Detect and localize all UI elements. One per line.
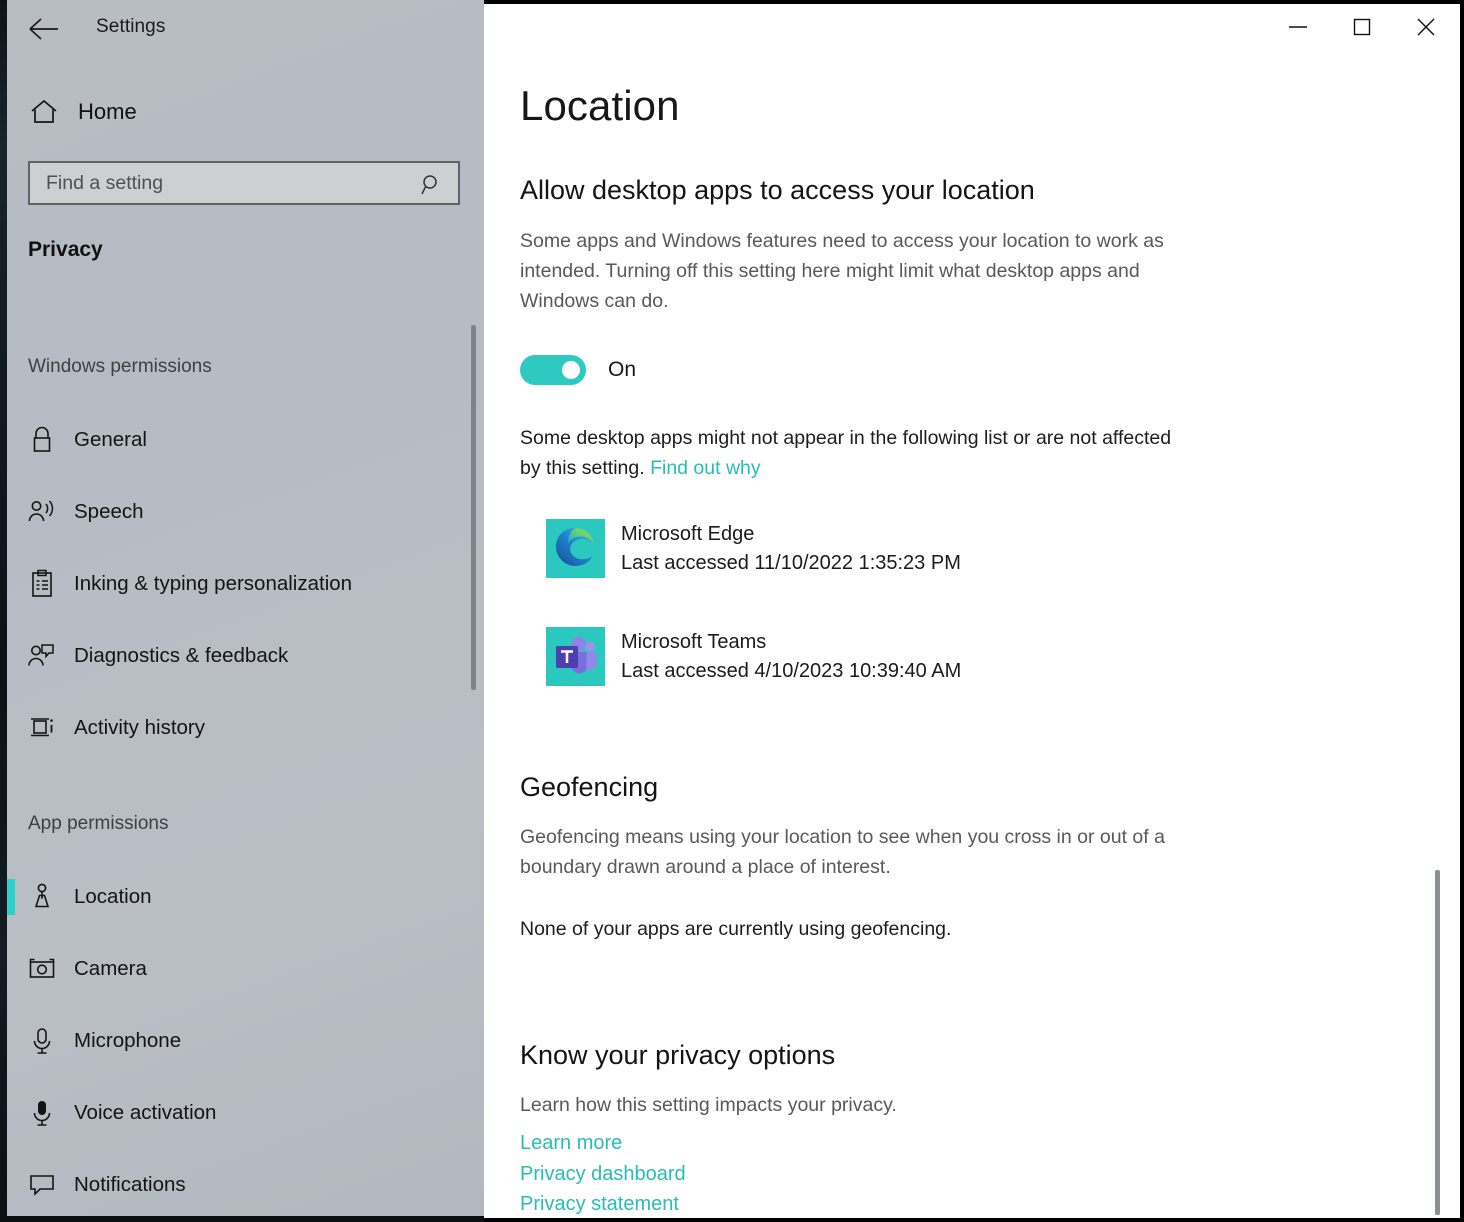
sidebar-item-microphone-label: Microphone <box>74 1029 181 1053</box>
sidebar-group-windows-permissions: Windows permissions <box>28 356 212 378</box>
window-right-edge <box>1460 0 1464 1222</box>
microsoft-edge-icon <box>546 519 605 578</box>
window-bottom-edge-left <box>0 1216 484 1222</box>
sidebar-category-title: Privacy <box>28 238 103 262</box>
app-list-item-teams: Microsoft Teams Last accessed 4/10/2023 … <box>546 627 961 686</box>
allow-desktop-apps-heading: Allow desktop apps to access your locati… <box>520 175 1035 206</box>
minimize-button[interactable] <box>1266 4 1330 50</box>
search-input[interactable]: Find a setting <box>28 161 460 205</box>
sidebar-item-camera-label: Camera <box>74 957 147 981</box>
allow-desktop-apps-description: Some apps and Windows features need to a… <box>520 226 1192 316</box>
activity-history-icon <box>25 712 59 744</box>
learn-more-link[interactable]: Learn more <box>520 1128 686 1159</box>
window-title: Settings <box>96 16 165 38</box>
desktop-apps-list-note-text: Some desktop apps might not appear in th… <box>520 427 1171 479</box>
app-last-accessed: Last accessed 11/10/2022 1:35:23 PM <box>621 548 961 578</box>
search-placeholder: Find a setting <box>46 172 163 195</box>
window-controls <box>1266 4 1458 50</box>
maximize-button[interactable] <box>1330 4 1394 50</box>
toggle-switch-knob <box>562 361 580 379</box>
clipboard-icon <box>25 568 59 600</box>
speech-person-icon <box>25 496 59 528</box>
privacy-links-list: Learn more Privacy dashboard Privacy sta… <box>520 1128 686 1220</box>
geofencing-description: Geofencing means using your location to … <box>520 822 1192 882</box>
sidebar-scrollbar-thumb[interactable] <box>471 325 476 690</box>
main-scrollbar-thumb[interactable] <box>1435 870 1440 1215</box>
sidebar-item-activity-history[interactable]: Activity history <box>0 701 462 754</box>
lock-icon <box>25 424 59 456</box>
privacy-options-description: Learn how this setting impacts your priv… <box>520 1090 1192 1120</box>
privacy-dashboard-link[interactable]: Privacy dashboard <box>520 1159 686 1190</box>
toggle-state-label: On <box>608 358 636 382</box>
app-last-accessed: Last accessed 4/10/2023 10:39:40 AM <box>621 656 961 686</box>
camera-icon <box>25 953 59 985</box>
location-access-toggle[interactable]: On <box>520 355 636 385</box>
app-list-item-edge: Microsoft Edge Last accessed 11/10/2022 … <box>546 519 961 578</box>
sidebar-item-location[interactable]: Location <box>0 870 462 923</box>
back-arrow-icon[interactable] <box>27 14 61 44</box>
privacy-statement-link[interactable]: Privacy statement <box>520 1189 686 1220</box>
sidebar-item-inking-typing[interactable]: Inking & typing personalization <box>0 557 462 610</box>
sidebar-item-speech[interactable]: Speech <box>0 485 462 538</box>
close-button[interactable] <box>1394 4 1458 50</box>
location-pin-icon <box>25 881 59 913</box>
app-name: Microsoft Edge <box>621 520 961 548</box>
sidebar-item-diagnostics-feedback[interactable]: Diagnostics & feedback <box>0 629 462 682</box>
page-title: Location <box>520 82 680 130</box>
app-name: Microsoft Teams <box>621 628 961 656</box>
notification-balloon-icon <box>25 1169 59 1201</box>
sidebar-item-activity-history-label: Activity history <box>74 716 205 740</box>
sidebar-item-speech-label: Speech <box>74 500 144 524</box>
sidebar-item-voice-activation[interactable]: Voice activation <box>0 1086 462 1139</box>
find-out-why-link[interactable]: Find out why <box>650 457 761 479</box>
title-bar: Settings <box>0 0 484 56</box>
privacy-options-heading: Know your privacy options <box>520 1040 835 1071</box>
sidebar-item-general[interactable]: General <box>0 413 462 466</box>
sidebar-item-diagnostics-feedback-label: Diagnostics & feedback <box>74 644 288 668</box>
sidebar-item-general-label: General <box>74 428 147 452</box>
sidebar-item-notifications[interactable]: Notifications <box>0 1158 462 1211</box>
sidebar-item-camera[interactable]: Camera <box>0 942 462 995</box>
geofencing-heading: Geofencing <box>520 772 658 803</box>
navigation-sidebar: Settings Home Find a setting Privacy Win… <box>0 0 484 1222</box>
settings-window: Settings Home Find a setting Privacy Win… <box>0 0 1464 1222</box>
voice-activation-icon <box>25 1097 59 1129</box>
search-icon[interactable] <box>420 173 444 197</box>
microsoft-teams-icon <box>546 627 605 686</box>
sidebar-item-home[interactable]: Home <box>0 88 460 136</box>
sidebar-group-app-permissions: App permissions <box>28 813 168 835</box>
person-feedback-icon <box>25 640 59 672</box>
sidebar-item-location-label: Location <box>74 885 152 909</box>
sidebar-item-microphone[interactable]: Microphone <box>0 1014 462 1067</box>
desktop-apps-list-note: Some desktop apps might not appear in th… <box>520 423 1180 483</box>
app-meta-teams: Microsoft Teams Last accessed 4/10/2023 … <box>621 628 961 686</box>
geofencing-status: None of your apps are currently using ge… <box>520 914 1180 944</box>
sidebar-item-home-label: Home <box>78 99 137 125</box>
sidebar-item-inking-typing-label: Inking & typing personalization <box>74 572 352 596</box>
toggle-switch-track[interactable] <box>520 355 586 385</box>
app-meta-edge: Microsoft Edge Last accessed 11/10/2022 … <box>621 520 961 578</box>
home-icon <box>28 97 60 127</box>
sidebar-item-notifications-label: Notifications <box>74 1173 186 1197</box>
microphone-icon <box>25 1025 59 1057</box>
sidebar-item-voice-activation-label: Voice activation <box>74 1101 216 1125</box>
main-content-pane: Location Allow desktop apps to access yo… <box>484 0 1464 1222</box>
